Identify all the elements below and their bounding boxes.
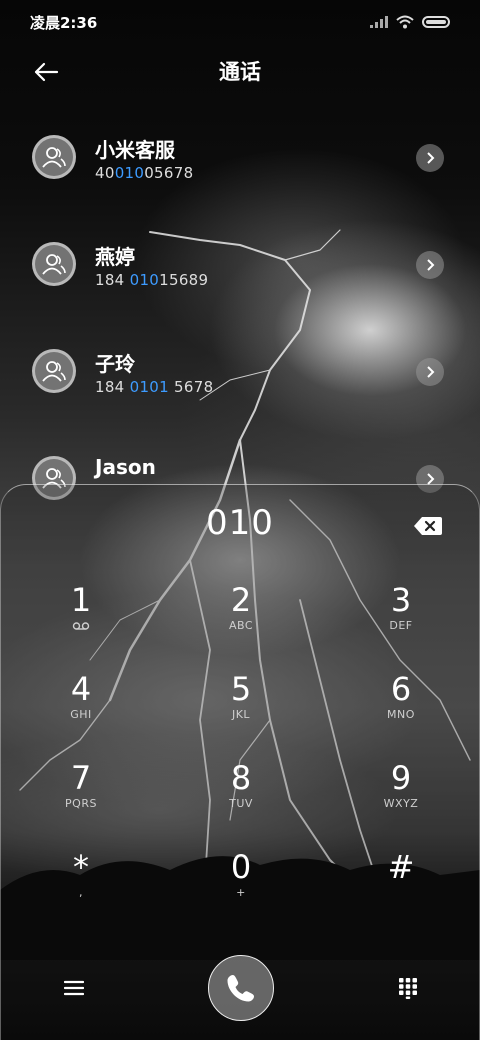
key-7[interactable]: 7 PQRS <box>1 759 161 848</box>
key-3[interactable]: 3 DEF <box>321 581 480 670</box>
contact-name: 小米客服 <box>95 138 175 162</box>
key-letters: MNO <box>387 708 415 721</box>
contact-item[interactable]: 子玲 184 0101 5678 <box>0 334 480 441</box>
key-5[interactable]: 5 JKL <box>161 670 321 759</box>
menu-button[interactable] <box>59 973 89 1003</box>
avatar <box>32 349 76 393</box>
bottom-bar <box>1 955 480 1021</box>
key-9[interactable]: 9 WXYZ <box>321 759 480 848</box>
phone-icon <box>227 975 254 1002</box>
chevron-right-icon <box>427 366 435 378</box>
contact-name: Jason <box>95 455 156 479</box>
dialpad: 010 1 2 ABC 3 DEF 4 GHI 5 JKL 6 MNO 7 PQ… <box>0 484 480 1040</box>
key-digit: # <box>387 848 415 886</box>
contact-name: 燕婷 <box>95 245 135 269</box>
contact-number: 184 01015689 <box>95 271 209 289</box>
key-digit: 4 <box>70 670 92 708</box>
key-digit: 8 <box>230 759 252 797</box>
key-letters: ABC <box>228 619 254 632</box>
key-digit: * <box>73 848 89 886</box>
key-digit: 9 <box>390 759 412 797</box>
contact-number: 4001005678 <box>95 164 194 182</box>
battery-icon <box>422 16 450 28</box>
key-digit: 0 <box>230 848 252 886</box>
call-button[interactable] <box>208 955 274 1021</box>
keypad-toggle-button[interactable] <box>393 973 423 1003</box>
key-digit: 6 <box>390 670 412 708</box>
voicemail-icon <box>72 622 90 630</box>
key-digit: 7 <box>70 759 92 797</box>
key-star[interactable]: * , <box>1 848 161 937</box>
key-letters: , <box>79 886 83 899</box>
header: 通话 <box>0 44 480 98</box>
key-letters: WXYZ <box>383 797 419 810</box>
key-letters: JKL <box>231 708 251 721</box>
key-letters: PQRS <box>65 797 97 810</box>
dialpad-icon <box>399 978 417 999</box>
key-digit: 2 <box>230 581 252 619</box>
key-letters: TUV <box>229 797 253 810</box>
keypad-grid: 1 2 ABC 3 DEF 4 GHI 5 JKL 6 MNO 7 PQRS 8… <box>1 581 480 937</box>
key-2[interactable]: 2 ABC <box>161 581 321 670</box>
key-digit: 3 <box>390 581 412 619</box>
key-6[interactable]: 6 MNO <box>321 670 480 759</box>
contact-item[interactable]: 燕婷 184 01015689 <box>0 227 480 334</box>
key-letters: DEF <box>389 619 413 632</box>
person-icon <box>42 254 66 275</box>
person-icon <box>42 147 66 168</box>
key-letters: + <box>236 886 246 899</box>
status-time: 凌晨2:36 <box>30 13 98 32</box>
contact-detail-button[interactable] <box>416 144 444 172</box>
key-4[interactable]: 4 GHI <box>1 670 161 759</box>
key-1[interactable]: 1 <box>1 581 161 670</box>
avatar <box>32 135 76 179</box>
wifi-icon <box>396 15 414 29</box>
status-icons <box>370 15 450 29</box>
backspace-button[interactable] <box>413 515 443 537</box>
contact-name: 子玲 <box>95 352 135 376</box>
key-8[interactable]: 8 TUV <box>161 759 321 848</box>
key-hash[interactable]: # <box>321 848 480 937</box>
chevron-right-icon <box>427 259 435 271</box>
key-letters: GHI <box>70 708 92 721</box>
contact-item[interactable]: 小米客服 4001005678 <box>0 120 480 227</box>
dial-input-display[interactable]: 010 <box>1 503 479 543</box>
key-0[interactable]: 0 + <box>161 848 321 937</box>
key-digit: 1 <box>70 581 92 619</box>
chevron-right-icon <box>427 152 435 164</box>
signal-icon <box>370 16 388 28</box>
key-digit: 5 <box>230 670 252 708</box>
person-icon <box>42 361 66 382</box>
contact-number: 184 0101 5678 <box>95 378 214 396</box>
backspace-icon <box>414 517 442 535</box>
menu-icon <box>64 980 84 996</box>
contact-detail-button[interactable] <box>416 358 444 386</box>
contact-detail-button[interactable] <box>416 251 444 279</box>
avatar <box>32 242 76 286</box>
status-bar: 凌晨2:36 <box>0 0 480 44</box>
page-title: 通话 <box>219 60 261 84</box>
